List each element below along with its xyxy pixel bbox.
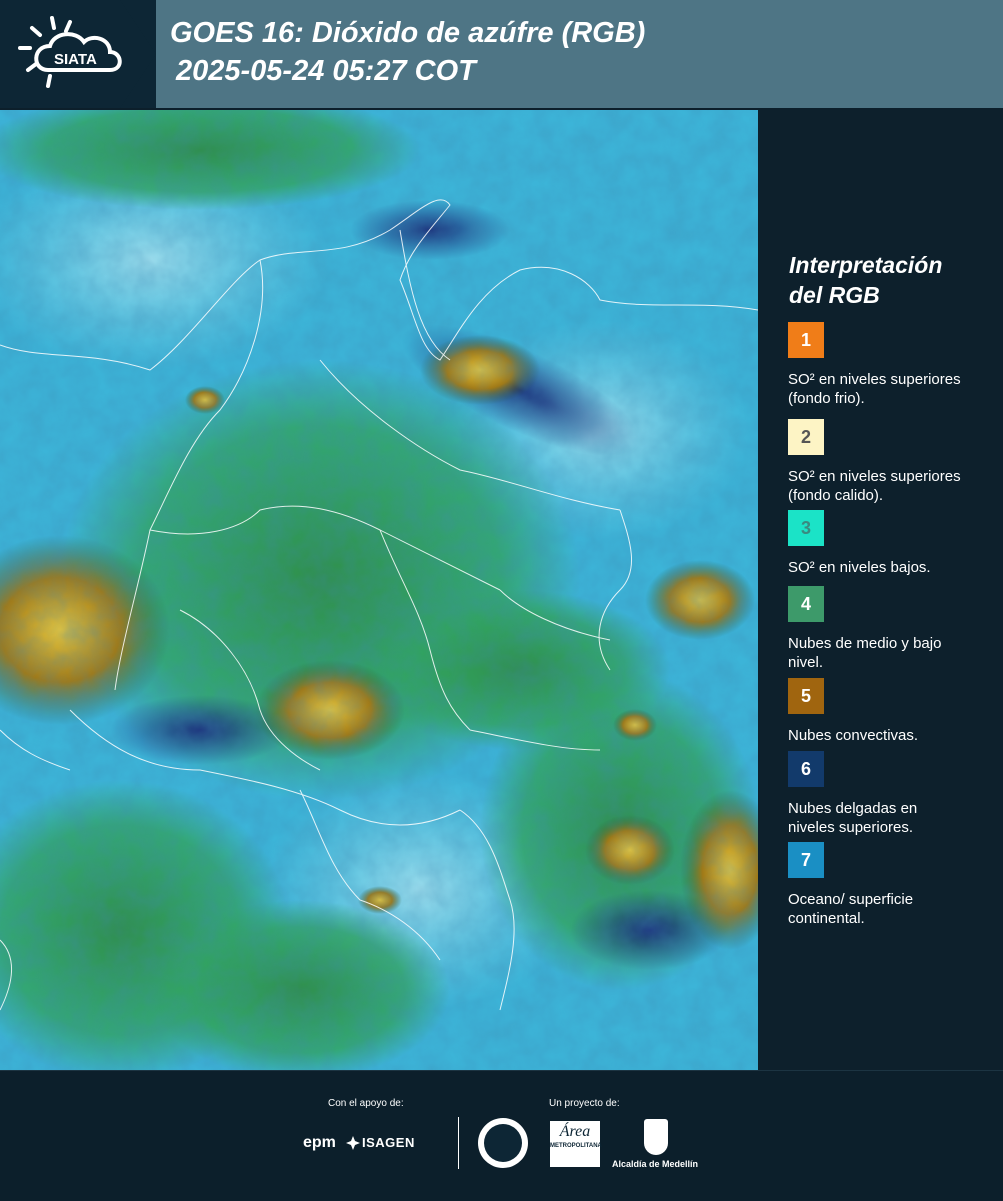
medellin-seal-icon: [478, 1118, 528, 1168]
project-label: Un proyecto de:: [549, 1098, 620, 1109]
support-label: Con el apoyo de:: [328, 1098, 404, 1109]
legend-swatch: 7: [788, 842, 824, 878]
siata-logo-icon: SIATA: [18, 16, 122, 88]
epm-logo: epm: [303, 1134, 336, 1151]
area-logo-subtext: METROPOLITANA: [550, 1143, 602, 1149]
title-line2: 2025-05-24 05:27 COT: [176, 55, 476, 87]
header-bar: SIATA GOES 16: Dióxido de azúfre (RGB) 2…: [0, 0, 1003, 108]
footer-divider: [458, 1117, 459, 1169]
area-logo-text: Área: [559, 1123, 591, 1140]
isagen-logo-icon: [346, 1136, 360, 1150]
legend-item-4: 4 Nubes de medio y bajo nivel.: [788, 586, 988, 672]
legend-title-line2: del RGB: [789, 282, 880, 308]
legend-item-7: 7 Oceano/ superficie continental.: [788, 842, 988, 928]
legend-swatch: 3: [788, 510, 824, 546]
page-title: GOES 16: Dióxido de azúfre (RGB) 2025-05…: [170, 14, 645, 90]
legend-label: SO² en niveles superiores (fondo frio).: [788, 371, 961, 407]
legend-swatch: 5: [788, 678, 824, 714]
satellite-map: [0, 110, 758, 1070]
legend-item-6: 6 Nubes delgadas en niveles superiores.: [788, 751, 988, 837]
alcaldia-shield-icon: [644, 1119, 668, 1155]
satellite-image: [0, 110, 758, 1070]
legend-swatch: 6: [788, 751, 824, 787]
legend-label: SO² en niveles superiores (fondo calido)…: [788, 468, 961, 504]
footer: Con el apoyo de: Un proyecto de: epm ISA…: [0, 1070, 1003, 1201]
alcaldia-logo-text: Alcaldía de Medellín: [612, 1159, 699, 1169]
legend-label: Oceano/ superficie continental.: [788, 891, 914, 927]
legend-swatch: 4: [788, 586, 824, 622]
legend-label: Nubes delgadas en niveles superiores.: [788, 800, 918, 836]
isagen-logo: ISAGEN: [362, 1135, 415, 1150]
legend-label: Nubes de medio y bajo nivel.: [788, 635, 942, 671]
legend-title: Interpretación del RGB: [789, 250, 989, 310]
title-line1: GOES 16: Dióxido de azúfre (RGB): [170, 17, 646, 49]
logo-text: SIATA: [54, 51, 97, 68]
legend-swatch: 2: [788, 419, 824, 455]
legend-item-1: 1 SO² en niveles superiores (fondo frio)…: [788, 322, 988, 408]
legend-item-5: 5 Nubes convectivas.: [788, 678, 988, 745]
legend-label: SO² en niveles bajos.: [788, 559, 931, 576]
legend-label: Nubes convectivas.: [788, 727, 919, 744]
legend-title-line1: Interpretación: [789, 252, 943, 278]
legend-panel: Interpretación del RGB 1 SO² en niveles …: [758, 110, 1003, 1070]
legend-swatch: 1: [788, 322, 824, 358]
legend-item-3: 3 SO² en niveles bajos.: [788, 510, 988, 577]
legend-item-2: 2 SO² en niveles superiores (fondo calid…: [788, 419, 988, 505]
